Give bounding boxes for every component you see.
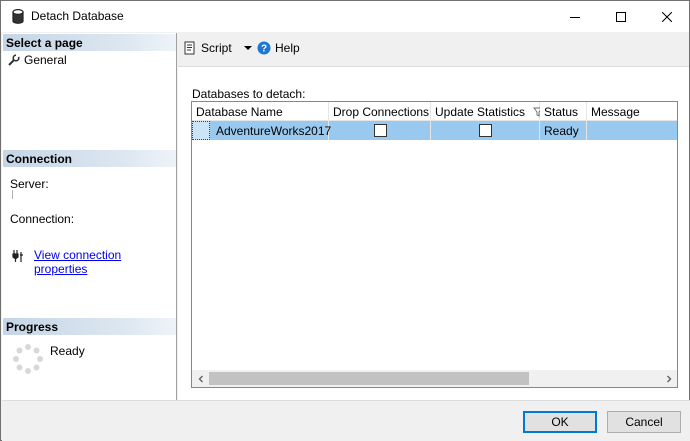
database-icon [12, 9, 24, 24]
wrench-icon [8, 54, 20, 66]
cell-database-name[interactable]: AdventureWorks2017 [212, 121, 331, 140]
detach-database-dialog: Detach Database Select a page General Co… [0, 0, 690, 441]
scroll-left-button[interactable] [192, 370, 209, 387]
view-connection-properties-link[interactable]: View connection properties [34, 248, 176, 276]
column-header-message[interactable]: Message [587, 102, 677, 121]
script-icon [184, 41, 195, 55]
databases-to-detach-label: Databases to detach: [192, 87, 306, 101]
column-header-update-statistics[interactable]: Update Statistics [431, 102, 544, 121]
script-button[interactable]: Script [183, 41, 256, 55]
close-button[interactable] [644, 1, 690, 32]
chevron-down-icon[interactable] [240, 43, 256, 53]
drop-connections-checkbox[interactable] [374, 124, 387, 137]
select-page-header: Select a page [3, 34, 176, 51]
window-title: Detach Database [31, 9, 124, 23]
progress-header: Progress [3, 318, 176, 335]
help-button[interactable]: ? Help [257, 41, 300, 55]
chevron-right-icon [666, 375, 671, 382]
ok-button[interactable]: OK [523, 411, 597, 433]
page-item-general[interactable]: General [8, 53, 67, 67]
maximize-button[interactable] [598, 1, 644, 32]
toolbar: Script ? Help [177, 33, 689, 66]
server-label: Server: [10, 177, 49, 191]
title-bar[interactable]: Detach Database [1, 1, 689, 32]
progress-status: Ready [50, 344, 85, 358]
chevron-left-icon [198, 375, 203, 382]
script-label: Script [201, 41, 232, 55]
column-header-database-name[interactable]: Database Name [192, 102, 329, 121]
connection-plug-icon [12, 250, 23, 262]
connection-header: Connection [3, 150, 176, 167]
server-value [12, 190, 13, 199]
dialog-button-bar: OK Cancel [2, 400, 690, 441]
databases-grid[interactable]: Database Name Drop Connections Update St… [191, 101, 678, 388]
page-item-label: General [24, 53, 67, 67]
left-pane: Select a page General Connection Server:… [2, 33, 177, 400]
horizontal-scrollbar[interactable] [192, 370, 677, 387]
column-header-status[interactable]: Status [540, 102, 587, 121]
column-header-drop-connections[interactable]: Drop Connections [329, 102, 431, 121]
maximize-icon [616, 11, 626, 22]
connection-label: Connection: [10, 212, 75, 226]
cancel-button[interactable]: Cancel [607, 411, 681, 433]
scroll-right-button[interactable] [660, 370, 677, 387]
scrollbar-thumb[interactable] [209, 372, 529, 385]
cell-message [587, 121, 677, 140]
row-selector[interactable] [192, 121, 210, 140]
update-statistics-header-label: Update Statistics [435, 105, 526, 119]
progress-spinner-icon [13, 344, 43, 374]
minimize-button[interactable] [552, 1, 598, 32]
svg-text:?: ? [261, 44, 267, 55]
help-label: Help [275, 41, 300, 55]
close-icon [662, 11, 672, 22]
update-statistics-checkbox[interactable] [479, 124, 492, 137]
cell-status: Ready [540, 121, 587, 140]
minimize-icon [570, 16, 580, 18]
help-icon: ? [257, 41, 271, 55]
